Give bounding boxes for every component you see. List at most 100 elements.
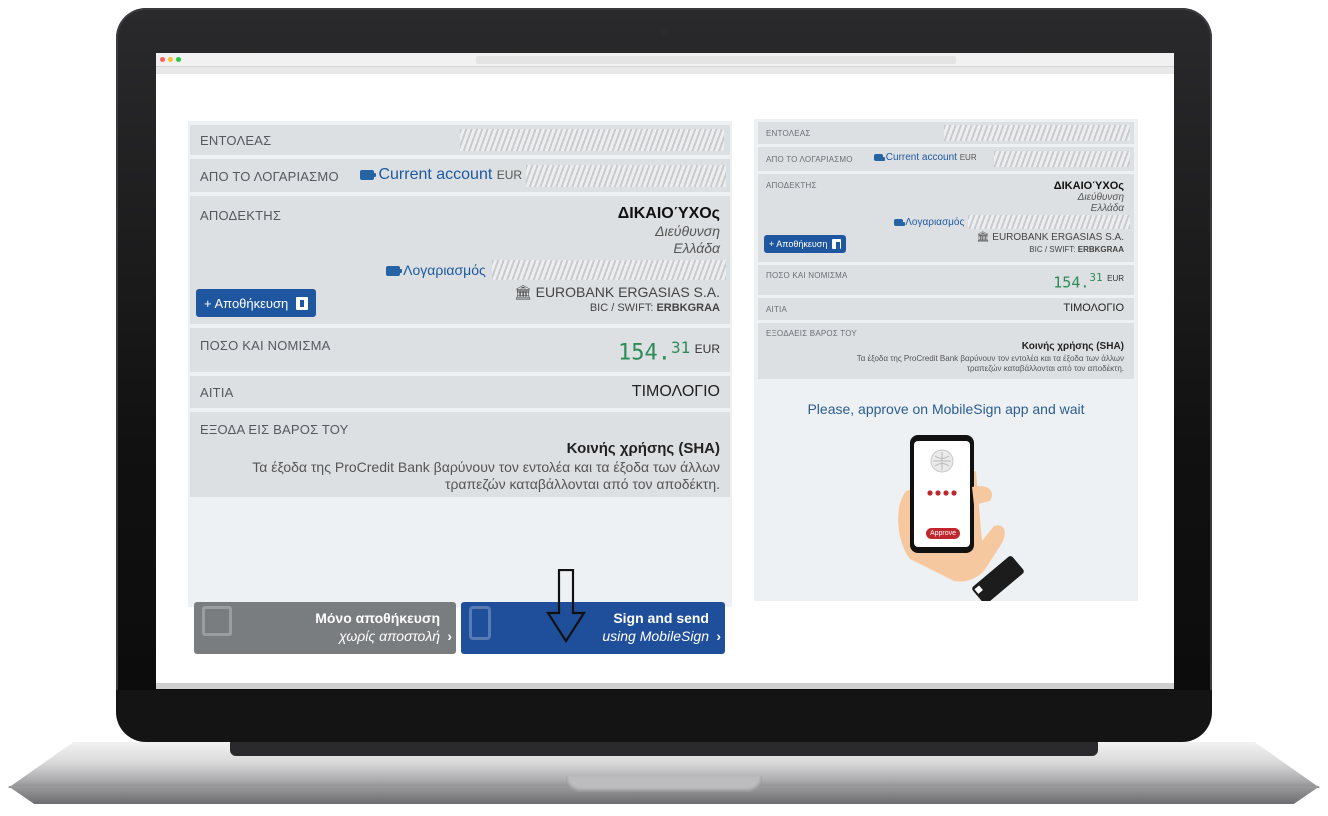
amount-currency: EUR bbox=[694, 342, 720, 356]
beneficiary-row: ΑΠΟΔΕΚΤΗΣ ΔΙΚΑΙΟΎΧΟς Διεύθυνση Ελλάδα Λο… bbox=[758, 174, 1134, 262]
mobilesign-confirmation-panel: ΕΝΤΟΛΕΑΣ ΑΠΟ ΤΟ ΛΟΓΑΡΙΑΣΜΟ Current accou… bbox=[754, 119, 1138, 601]
amount-row: ΠΟΣΟ ΚΑΙ ΝΟΜΙΣΜΑ 154.31 EUR bbox=[190, 328, 730, 372]
laptop-hinge bbox=[230, 742, 1098, 756]
amount-row: ΠΟΣΟ ΚΑΙ ΝΟΜΙΣΜΑ 154.31 EUR bbox=[758, 265, 1134, 295]
amount-integer: 154. bbox=[617, 340, 671, 366]
beneficiary-iban-redacted bbox=[492, 260, 726, 280]
save-only-button[interactable]: Μόνο αποθήκευση χωρίς αποστολή › bbox=[194, 602, 456, 654]
save-only-sublabel: χωρίς αποστολή bbox=[338, 628, 440, 644]
sign-and-send-sublabel: using MobileSign bbox=[602, 628, 709, 644]
beneficiary-label: ΑΠΟΔΕΚΤΗΣ bbox=[766, 181, 817, 190]
close-dot-icon[interactable] bbox=[160, 57, 165, 62]
save-beneficiary-button[interactable]: + Αποθήκευση bbox=[196, 289, 317, 317]
bic-line: BIC / SWIFT: ERBKGRAA bbox=[590, 302, 720, 314]
from-account-label: ΑΠΟ ΤΟ ΛΟΓΑΡΙΑΣΜΟ bbox=[766, 155, 853, 164]
address-book-icon bbox=[832, 239, 842, 249]
save-only-label: Μόνο αποθήκευση bbox=[315, 610, 440, 626]
save-beneficiary-label: + Αποθήκευση bbox=[204, 295, 289, 311]
beneficiary-iban-redacted bbox=[968, 215, 1130, 229]
amount-label: ΠΟΣΟ ΚΑΙ ΝΟΜΙΣΜΑ bbox=[766, 271, 848, 280]
beneficiary-account-label: Λογαριασμός bbox=[905, 217, 965, 228]
principal-row: ΕΝΤΟΛΕΑΣ bbox=[190, 125, 730, 155]
floppy-icon bbox=[202, 606, 232, 636]
bank-icon: 🏛 bbox=[976, 232, 990, 243]
beneficiary-account-link[interactable]: Λογαριασμός bbox=[386, 262, 486, 278]
reason-row: ΑΙΤΙΑ ΤΙΜΟΛΟΓΙΟ bbox=[190, 376, 730, 408]
from-account-row: ΑΠΟ ΤΟ ΛΟΓΑΡΙΑΣΜΟ Current account EUR bbox=[190, 159, 730, 192]
amount-decimals: 31 bbox=[1089, 271, 1103, 284]
bank-name-line: 🏛 EUROBANK ERGASIAS S.A. bbox=[514, 284, 720, 301]
bic-value: ERBKGRAA bbox=[1077, 245, 1124, 254]
reason-value: ΤΙΜΟΛΟΓΙΟ bbox=[631, 383, 720, 400]
reason-row: ΑΙΤΙΑ ΤΙΜΟΛΟΓΙΟ bbox=[758, 298, 1134, 320]
charges-label: ΕΞΟΔΑ ΕΙΣ ΒΑΡΟΣ ΤΟΥ bbox=[200, 422, 349, 437]
from-account-currency: EUR bbox=[496, 168, 523, 182]
laptop-bezel-bottom bbox=[116, 690, 1212, 742]
from-account-value[interactable]: Current account EUR bbox=[874, 152, 977, 163]
charges-description-2: τραπεζών καταβάλλονται από τον αποδέκτη. bbox=[444, 476, 720, 492]
transfer-summary-panel: ΕΝΤΟΛΕΑΣ ΑΠΟ ΤΟ ΛΟΓΑΡΙΑΣΜΟ Current accou… bbox=[188, 121, 732, 654]
charges-row: ΕΞΟΔΑΕΙΣ ΒΑΡΟΣ ΤΟΥ Κοινής χρήσης (SHA) Τ… bbox=[758, 323, 1134, 379]
beneficiary-account-label: Λογαριασμός bbox=[403, 262, 486, 278]
account-number-redacted bbox=[526, 165, 726, 187]
address-book-icon bbox=[296, 296, 309, 310]
phone-icon bbox=[469, 606, 491, 640]
beneficiary-country: Ελλάδα bbox=[1090, 203, 1124, 214]
beneficiary-address: Διεύθυνση bbox=[1077, 192, 1124, 203]
save-beneficiary-button[interactable]: + Αποθήκευση bbox=[764, 235, 847, 253]
approve-button[interactable]: Approve bbox=[926, 528, 960, 539]
from-account-name: Current account bbox=[378, 166, 493, 183]
wallet-icon bbox=[894, 218, 905, 226]
beneficiary-country: Ελλάδα bbox=[673, 240, 720, 256]
charges-row: ΕΞΟΔΑ ΕΙΣ ΒΑΡΟΣ ΤΟΥ Κοινής χρήσης (SHA) … bbox=[190, 412, 730, 497]
from-account-label: ΑΠΟ ΤΟ ΛΟΓΑΡΙΑΣΜΟ bbox=[200, 169, 339, 184]
principal-label: ΕΝΤΟΛΕΑΣ bbox=[766, 129, 811, 138]
wallet-icon bbox=[386, 266, 402, 277]
bank-name: EUROBANK ERGASIAS S.A. bbox=[535, 284, 720, 300]
chevron-right-icon: › bbox=[716, 628, 721, 644]
from-account-name: Current account bbox=[885, 152, 957, 163]
amount-decimals: 31 bbox=[670, 338, 691, 357]
beneficiary-name: ΔΙΚΑΙΟΎΧΟς bbox=[617, 205, 720, 222]
bic-label: BIC / SWIFT: bbox=[589, 302, 654, 314]
beneficiary-row: ΑΠΟΔΕΚΤΗΣ ΔΙΚΑΙΟΎΧΟς Διεύθυνση Ελλάδα Λο… bbox=[190, 196, 730, 324]
bic-line: BIC / SWIFT: ERBKGRAA bbox=[1029, 245, 1124, 254]
bank-icon: 🏛 bbox=[513, 284, 532, 300]
mobilesign-phone-illustration bbox=[898, 435, 1024, 601]
sign-and-send-label: Sign and send bbox=[613, 610, 709, 626]
wallet-icon bbox=[874, 153, 885, 161]
bic-label: BIC / SWIFT: bbox=[1029, 245, 1076, 254]
laptop-notch bbox=[566, 776, 762, 792]
principal-redacted bbox=[944, 125, 1130, 141]
beneficiary-label: ΑΠΟΔΕΚΤΗΣ bbox=[200, 208, 282, 223]
charges-label: ΕΞΟΔΑΕΙΣ ΒΑΡΟΣ ΤΟΥ bbox=[766, 329, 857, 338]
laptop-camera bbox=[660, 28, 668, 36]
beneficiary-address: Διεύθυνση bbox=[655, 223, 720, 239]
bank-name-line: 🏛 EUROBANK ERGASIAS S.A. bbox=[977, 232, 1124, 243]
from-account-value[interactable]: Current account EUR bbox=[360, 166, 522, 184]
browser-tab-strip bbox=[156, 67, 1174, 74]
from-account-currency: EUR bbox=[959, 153, 977, 162]
charges-description-1: Τα έξοδα της ProCredit Bank βαρύνουν τον… bbox=[856, 354, 1124, 363]
beneficiary-account-link[interactable]: Λογαριασμός bbox=[894, 217, 964, 228]
save-beneficiary-label: + Αποθήκευση bbox=[769, 239, 828, 249]
laptop-screen: ΕΝΤΟΛΕΑΣ ΑΠΟ ΤΟ ΛΟΓΑΡΙΑΣΜΟ Current accou… bbox=[156, 53, 1174, 689]
beneficiary-name: ΔΙΚΑΙΟΎΧΟς bbox=[1053, 180, 1124, 192]
reason-label: ΑΙΤΙΑ bbox=[766, 305, 788, 314]
sign-and-send-button[interactable]: Sign and send using MobileSign › bbox=[461, 602, 725, 654]
address-bar[interactable] bbox=[476, 56, 956, 64]
amount-label: ΠΟΣΟ ΚΑΙ ΝΟΜΙΣΜΑ bbox=[200, 338, 331, 353]
charges-description-1: Τα έξοδα της ProCredit Bank βαρύνουν τον… bbox=[252, 459, 720, 475]
charges-description-2: τραπεζών καταβάλλονται από τον αποδέκτη. bbox=[966, 364, 1124, 373]
principal-label: ΕΝΤΟΛΕΑΣ bbox=[200, 133, 272, 148]
maximize-dot-icon[interactable] bbox=[176, 57, 181, 62]
bank-name: EUROBANK ERGASIAS S.A. bbox=[992, 232, 1124, 243]
amount-integer: 154. bbox=[1053, 273, 1090, 292]
from-account-row: ΑΠΟ ΤΟ ΛΟΓΑΡΙΑΣΜΟ Current account EUR bbox=[758, 147, 1134, 171]
wallet-icon bbox=[360, 169, 376, 180]
minimize-dot-icon[interactable] bbox=[168, 57, 173, 62]
amount-value: 154.31 EUR bbox=[1053, 271, 1124, 292]
screen-bottom-bar bbox=[156, 683, 1174, 689]
charges-value: Κοινής χρήσης (SHA) bbox=[566, 440, 720, 457]
charges-value: Κοινής χρήσης (SHA) bbox=[1021, 341, 1124, 352]
